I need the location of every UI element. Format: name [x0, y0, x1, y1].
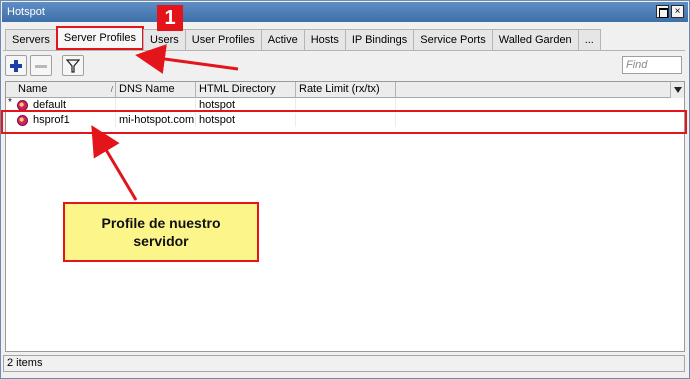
arrow-to-row — [91, 125, 138, 201]
arrow-to-tab — [135, 44, 239, 74]
item-count: 2 items — [7, 357, 43, 369]
annotation-arrows — [91, 44, 239, 201]
status-bar: 2 items — [3, 355, 685, 372]
